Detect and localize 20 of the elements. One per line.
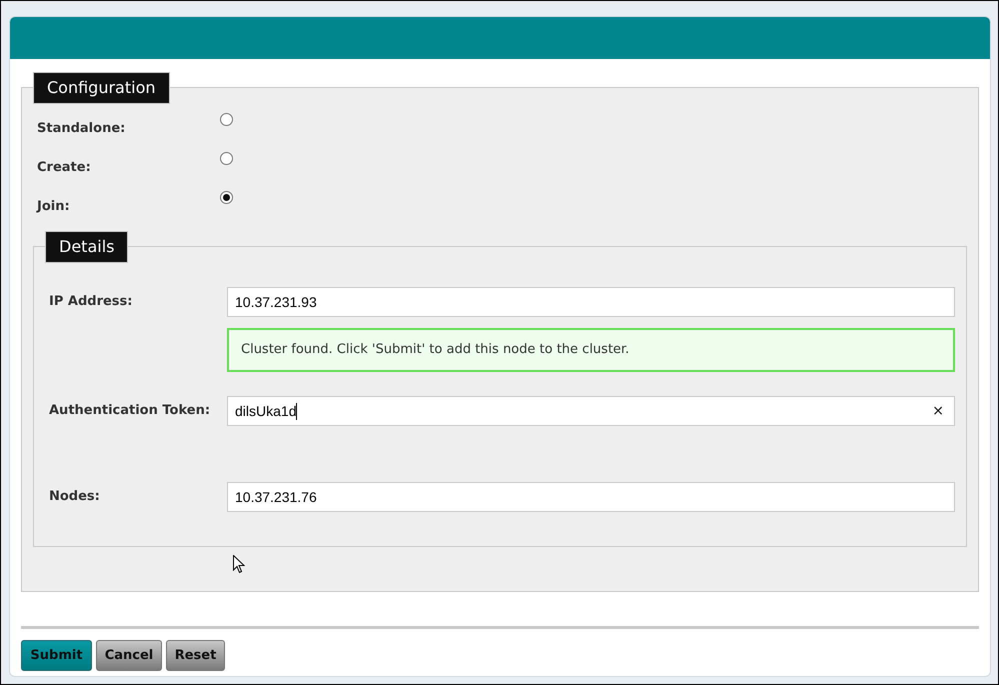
field-label: IP Address:	[49, 293, 134, 312]
field-label: Authentication Token:	[49, 402, 212, 420]
input-field[interactable]: 10.37.231.93	[227, 287, 955, 317]
mode-label: Create:	[37, 158, 92, 177]
mode-label: Join:	[37, 198, 71, 216]
mouse-cursor-icon	[233, 555, 245, 574]
radio-button[interactable]	[220, 191, 233, 204]
input-field[interactable]: 10.37.231.76	[227, 482, 955, 512]
submit-button[interactable]: Submit	[21, 640, 92, 671]
section-legend: Configuration	[33, 72, 170, 104]
success-message: Cluster found. Click 'Submit' to add this node to the cluster.	[227, 328, 955, 372]
radio-button[interactable]	[220, 113, 233, 126]
input-field[interactable]: dilsUka1d ×	[227, 396, 955, 426]
section-legend: Details	[45, 231, 128, 263]
clear-button[interactable]: ×	[932, 404, 944, 418]
action-button[interactable]: Reset	[166, 640, 225, 671]
action-button[interactable]: Cancel	[96, 640, 162, 671]
mode-label: Standalone:	[37, 120, 126, 138]
radio-button[interactable]	[220, 152, 233, 165]
field-label: Nodes:	[49, 488, 101, 506]
